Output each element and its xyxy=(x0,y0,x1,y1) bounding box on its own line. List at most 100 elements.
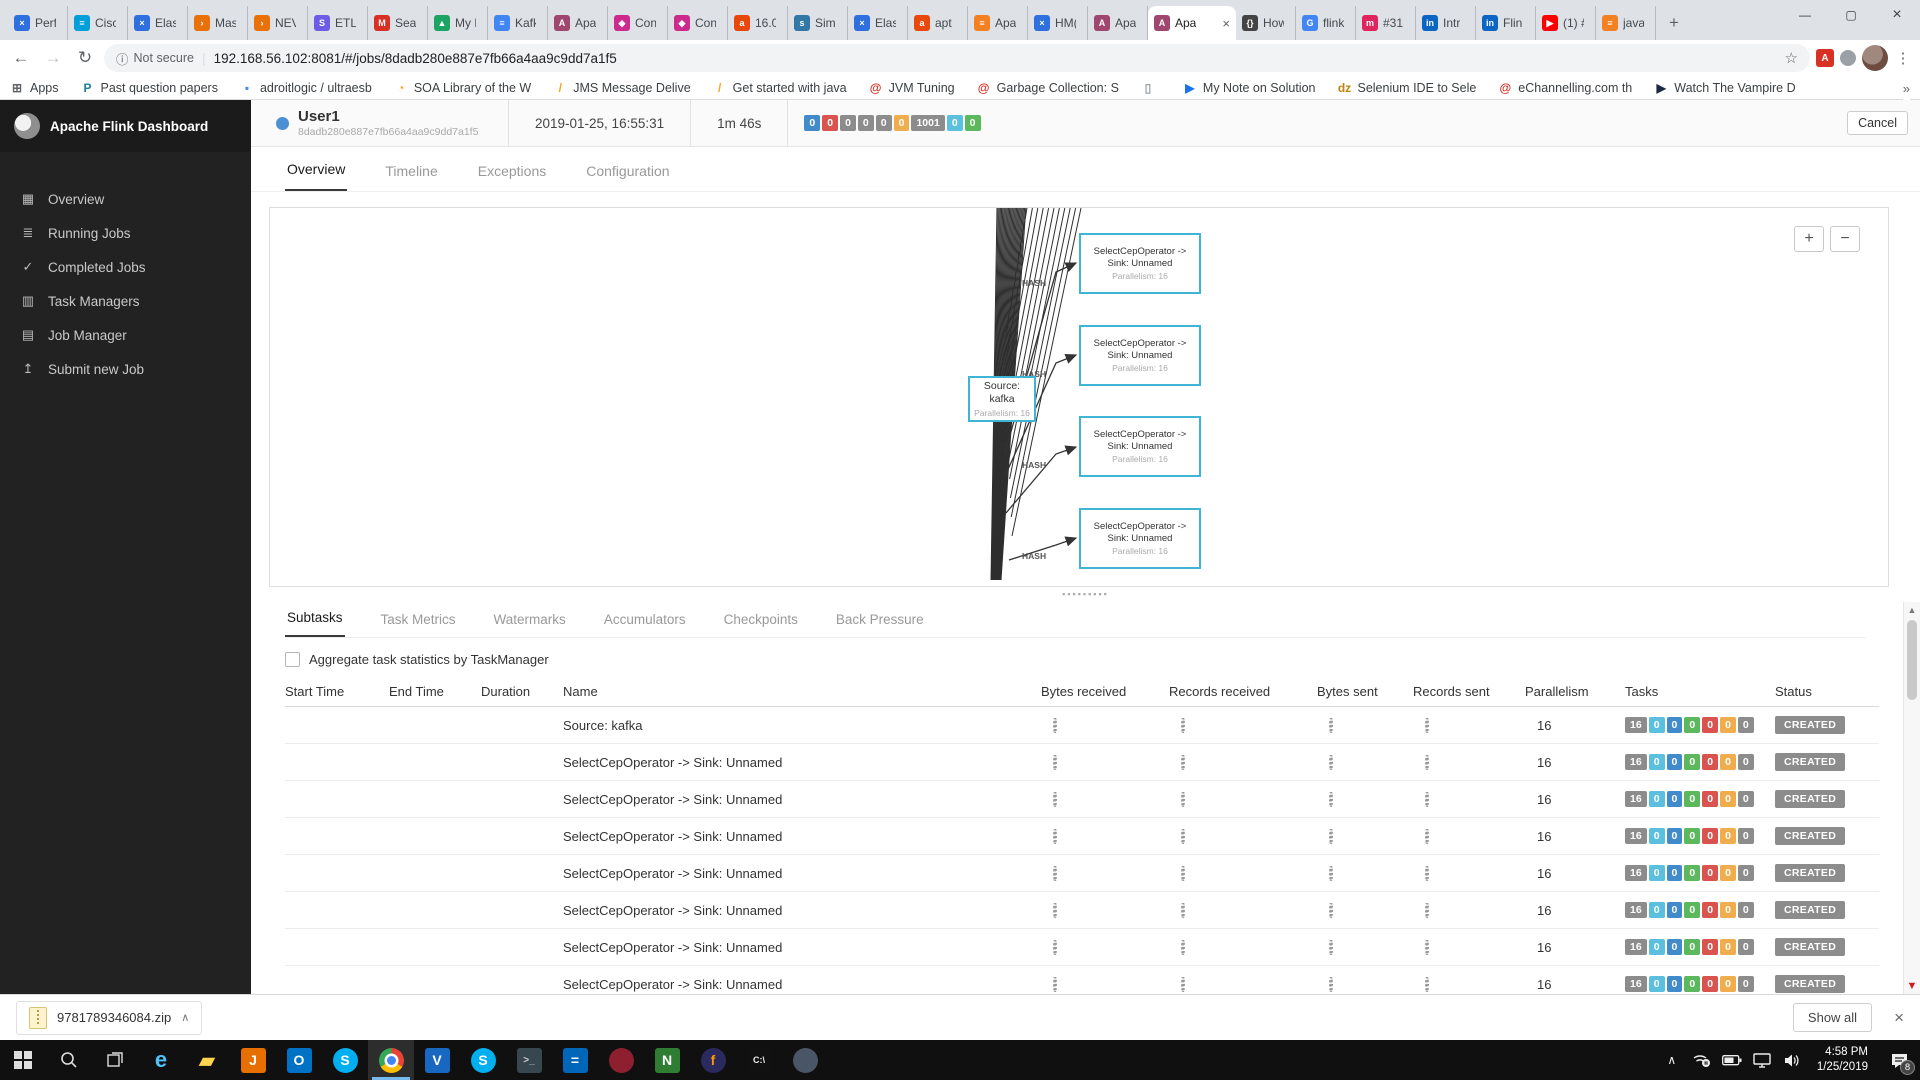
scroll-up-icon[interactable]: ▲ xyxy=(1904,602,1920,618)
aggregate-checkbox[interactable] xyxy=(285,652,300,667)
sidebar-item[interactable]: ✓ Completed Jobs xyxy=(0,250,251,284)
taskbar-app-icon[interactable]: S xyxy=(322,1040,368,1080)
subtasks-tab[interactable]: Task Metrics xyxy=(379,604,458,637)
scroll-down-icon[interactable]: ▼ xyxy=(1904,978,1920,994)
sidebar-item[interactable]: ≣ Running Jobs xyxy=(0,216,251,250)
profile-avatar[interactable] xyxy=(1862,45,1888,71)
browser-tab[interactable]: G flink xyxy=(1296,6,1356,40)
graph-node-source[interactable]: Source: kafka Parallelism: 16 xyxy=(968,376,1036,422)
taskbar-clock[interactable]: 4:58 PM 1/25/2019 xyxy=(1807,1045,1878,1075)
close-button[interactable]: × xyxy=(1874,0,1920,30)
bookmarks-overflow-icon[interactable]: » xyxy=(1903,81,1910,96)
zoom-in-button[interactable]: + xyxy=(1794,226,1824,252)
browser-tab[interactable]: in Intr xyxy=(1416,6,1476,40)
bookmarks-overflow[interactable]: » xyxy=(1902,76,1910,100)
back-icon[interactable]: ← xyxy=(8,48,34,68)
taskbar-app-icon[interactable]: f xyxy=(690,1040,736,1080)
browser-tab[interactable]: a 16.0 xyxy=(728,6,788,40)
pdf-extension-icon[interactable]: A xyxy=(1816,49,1834,67)
job-page-tab[interactable]: Overview xyxy=(285,151,348,191)
table-row[interactable]: SelectCepOperator -> Sink: Unnamed 16 16 xyxy=(285,929,1879,966)
taskbar-app-icon[interactable]: V xyxy=(414,1040,460,1080)
cancel-job-button[interactable]: Cancel xyxy=(1847,111,1908,135)
download-item[interactable]: 9781789346084.zip ∧ xyxy=(16,1000,203,1035)
table-row[interactable]: Source: kafka 16 16 0 0 0 0 0 0 CREATED xyxy=(285,707,1879,744)
browser-tab[interactable]: ≡ Apa xyxy=(968,6,1028,40)
address-bar[interactable]: ⓘ Not secure | 192.168.56.102:8081/#/job… xyxy=(104,44,1810,72)
panel-splitter-handle[interactable]: ▪▪▪▪▪▪▪▪▪ xyxy=(251,587,1920,600)
table-row[interactable]: SelectCepOperator -> Sink: Unnamed 16 16 xyxy=(285,855,1879,892)
browser-tab[interactable]: × Perf xyxy=(8,6,68,40)
url-text[interactable]: 192.168.56.102:8081/#/jobs/8dadb280e887e… xyxy=(214,51,1777,66)
extension-icon[interactable] xyxy=(1840,50,1856,66)
battery-icon[interactable] xyxy=(1717,1040,1747,1080)
browser-tab[interactable]: ≡ java xyxy=(1596,6,1656,40)
bookmark-item[interactable]: ▪ adroitlogic / ultraesb xyxy=(240,81,372,95)
graph-node-sink[interactable]: SelectCepOperator -> Sink: Unnamed Paral… xyxy=(1079,508,1201,569)
browser-tab[interactable]: ≡ Cisc xyxy=(68,6,128,40)
subtasks-scrollbar[interactable]: ▲ ▼ xyxy=(1903,602,1920,994)
taskbar-app-icon[interactable]: e xyxy=(138,1040,184,1080)
taskbar-app-icon[interactable]: >_ xyxy=(506,1040,552,1080)
display-icon[interactable] xyxy=(1747,1040,1777,1080)
taskbar-app-icon[interactable]: = xyxy=(552,1040,598,1080)
bookmark-item[interactable]: / JMS Message Delive xyxy=(553,81,691,95)
taskbar-app-icon[interactable]: S xyxy=(460,1040,506,1080)
graph-node-sink[interactable]: SelectCepOperator -> Sink: Unnamed Paral… xyxy=(1079,233,1201,294)
bookmark-item[interactable]: ▯ xyxy=(1141,81,1161,95)
bookmark-item[interactable]: ▶ Watch The Vampire D xyxy=(1654,81,1796,95)
browser-tab[interactable]: × HM( xyxy=(1028,6,1088,40)
subtasks-tab[interactable]: Accumulators xyxy=(602,604,688,637)
bookmark-item[interactable]: dz Selenium IDE to Sele xyxy=(1337,81,1476,95)
sidebar-item[interactable]: ↥ Submit new Job xyxy=(0,352,251,386)
bookmark-item[interactable]: @ Garbage Collection: S xyxy=(977,81,1119,95)
forward-icon[interactable]: → xyxy=(40,48,66,68)
subtasks-tab[interactable]: Subtasks xyxy=(285,602,345,637)
taskbar-app-icon[interactable] xyxy=(368,1040,414,1080)
taskbar-app-icon[interactable]: J xyxy=(230,1040,276,1080)
graph-node-sink[interactable]: SelectCepOperator -> Sink: Unnamed Paral… xyxy=(1079,416,1201,477)
show-all-downloads-button[interactable]: Show all xyxy=(1792,1003,1873,1032)
subtasks-tab[interactable]: Watermarks xyxy=(492,604,568,637)
taskbar-app-icon[interactable]: O xyxy=(276,1040,322,1080)
job-page-tab[interactable]: Timeline xyxy=(383,153,439,191)
job-graph-panel[interactable]: HASH HASH HASH HASH Source: kafka Parall… xyxy=(269,207,1889,587)
browser-tab[interactable]: × Elas xyxy=(848,6,908,40)
task-view-button[interactable] xyxy=(92,1040,138,1080)
sidebar-item[interactable]: ▤ Job Manager xyxy=(0,318,251,352)
start-button[interactable] xyxy=(0,1040,46,1080)
taskbar-app-icon[interactable]: N xyxy=(644,1040,690,1080)
bookmark-item[interactable]: ◔ SOA Library of the W xyxy=(394,81,531,95)
subtasks-tab[interactable]: Back Pressure xyxy=(834,604,926,637)
volume-icon[interactable] xyxy=(1777,1040,1807,1080)
zoom-out-button[interactable]: − xyxy=(1830,226,1860,252)
browser-tab[interactable]: ▲ My D xyxy=(428,6,488,40)
new-tab-button[interactable]: + xyxy=(1660,9,1688,37)
table-row[interactable]: SelectCepOperator -> Sink: Unnamed 16 16 xyxy=(285,818,1879,855)
browser-tab[interactable]: A Apa xyxy=(548,6,608,40)
bookmark-item[interactable]: P Past question papers xyxy=(81,81,217,95)
browser-tab[interactable]: A Apa xyxy=(1088,6,1148,40)
tab-close-icon[interactable]: × xyxy=(1222,16,1230,31)
graph-node-sink[interactable]: SelectCepOperator -> Sink: Unnamed Paral… xyxy=(1079,325,1201,386)
browser-tab[interactable]: a apt xyxy=(908,6,968,40)
job-page-tab[interactable]: Configuration xyxy=(584,153,671,191)
tray-chevron-icon[interactable]: ∧ xyxy=(1657,1040,1687,1080)
action-center-button[interactable]: 8 xyxy=(1878,1040,1920,1080)
bookmark-item[interactable]: ⊞ Apps xyxy=(10,81,59,95)
browser-tab[interactable]: M Sear xyxy=(368,6,428,40)
taskbar-app-icon[interactable] xyxy=(782,1040,828,1080)
browser-tab[interactable]: ▶ (1) # xyxy=(1536,6,1596,40)
maximize-button[interactable]: ▢ xyxy=(1828,0,1874,30)
job-page-tab[interactable]: Exceptions xyxy=(476,153,548,191)
sidebar-item[interactable]: ▦ Overview xyxy=(0,182,251,216)
download-menu-chevron-icon[interactable]: ∧ xyxy=(181,1011,189,1024)
bookmark-star-icon[interactable]: ☆ xyxy=(1785,49,1798,67)
browser-tab[interactable]: ◆ Con xyxy=(608,6,668,40)
browser-tab[interactable]: ◆ Con xyxy=(668,6,728,40)
bookmark-item[interactable]: ▶ My Note on Solution xyxy=(1183,81,1315,95)
download-bar-close-icon[interactable]: × xyxy=(1894,1008,1904,1028)
browser-tab[interactable]: {} How xyxy=(1236,6,1296,40)
security-chip[interactable]: ⓘ Not secure xyxy=(116,49,194,68)
browser-tab[interactable]: › NEV xyxy=(248,6,308,40)
